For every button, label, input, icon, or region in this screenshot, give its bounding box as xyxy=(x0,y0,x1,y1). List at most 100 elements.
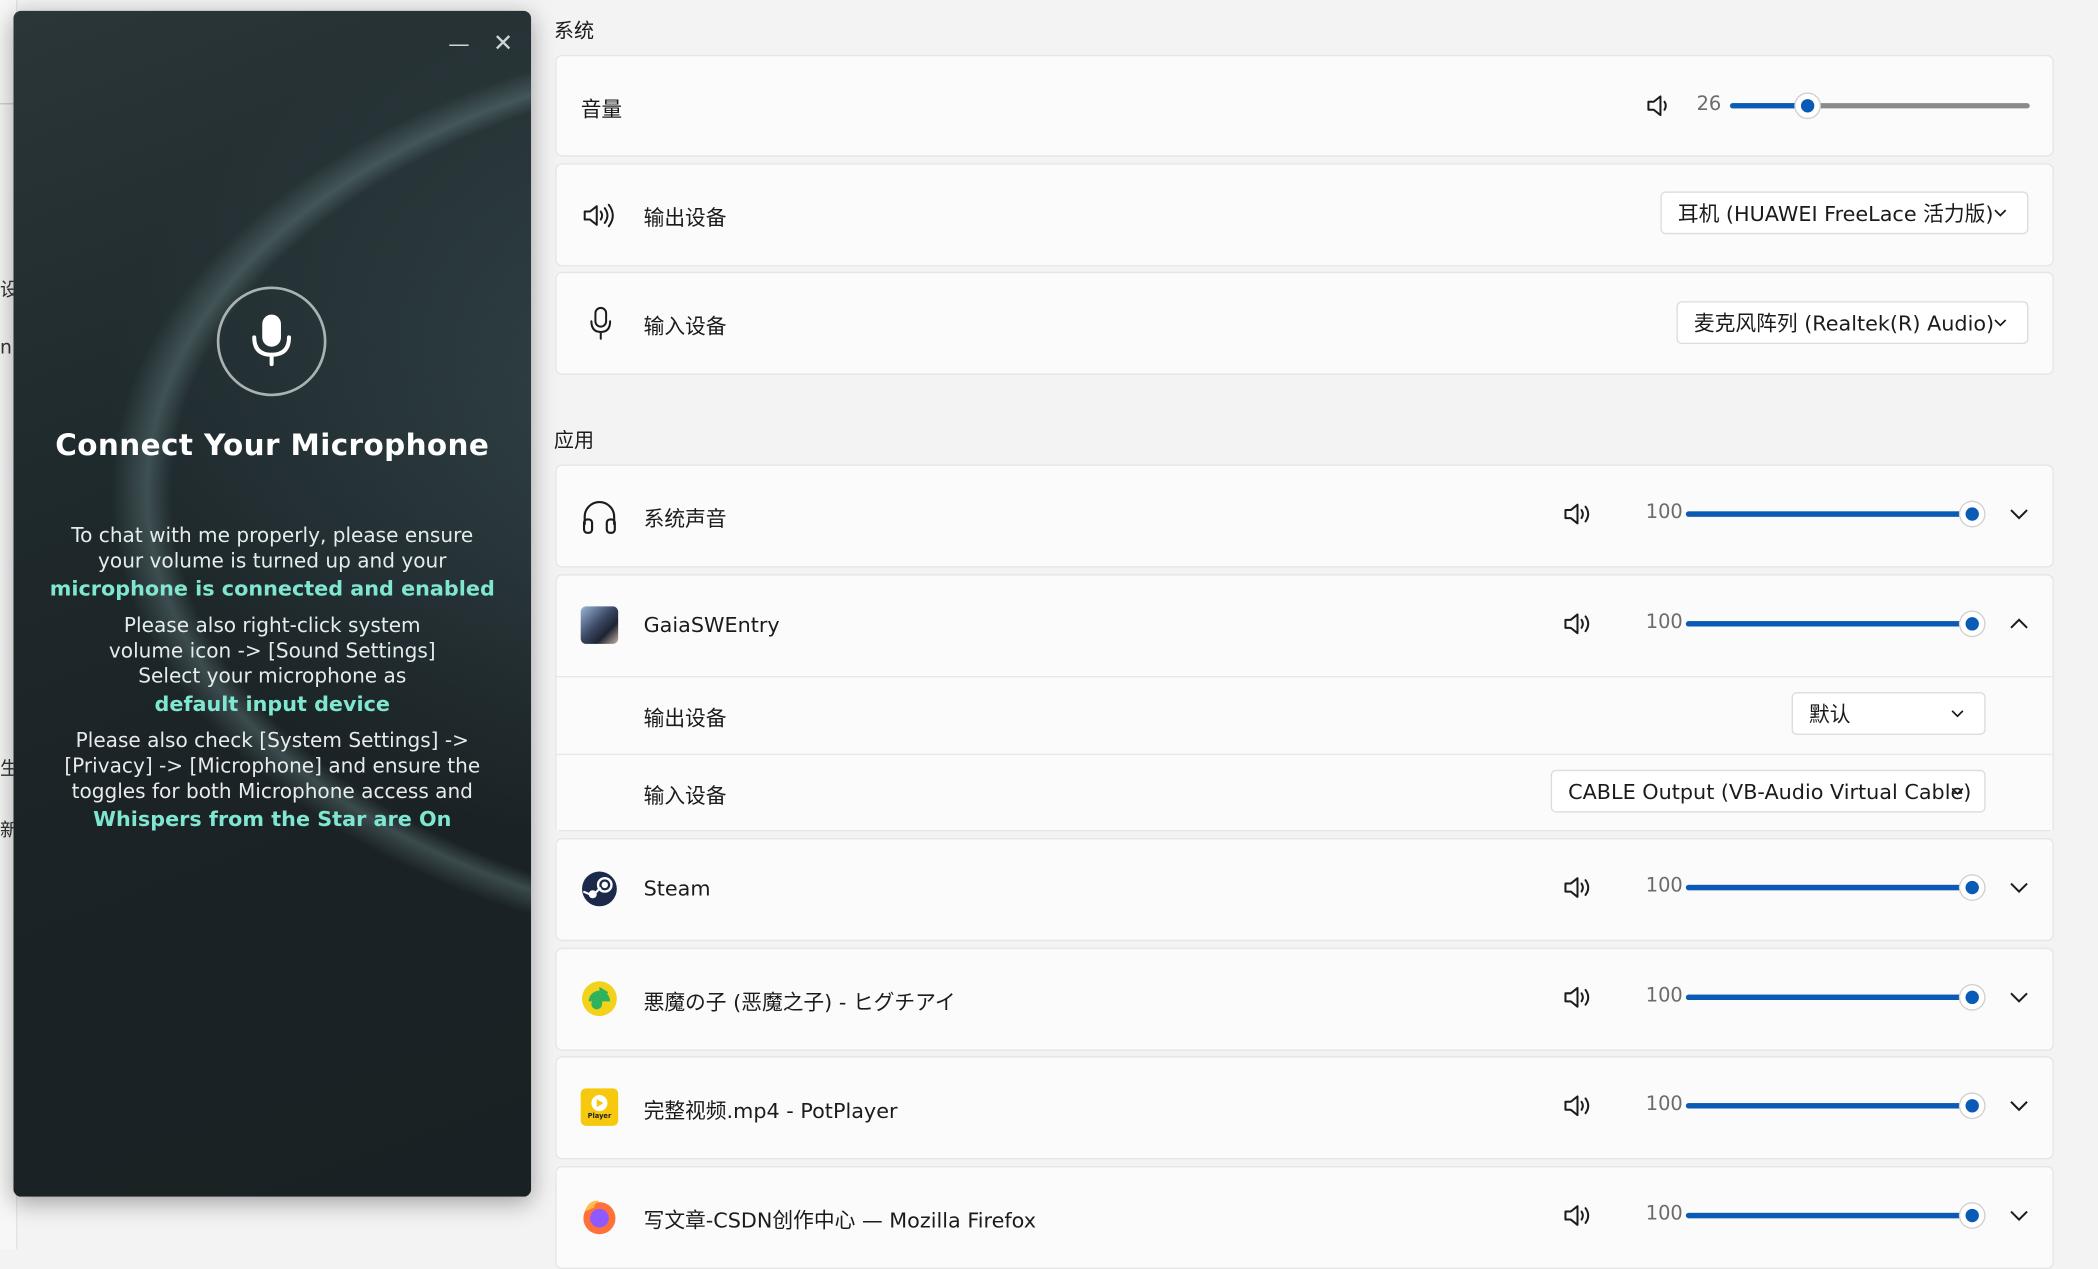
app-name: 系统声音 xyxy=(643,507,727,532)
firefox-icon xyxy=(583,1200,616,1235)
speaker-icon[interactable] xyxy=(1563,502,1592,526)
slider-thumb[interactable] xyxy=(1960,502,1985,527)
chevron-down-icon[interactable] xyxy=(2006,1202,2033,1229)
app-volume-slider[interactable] xyxy=(1685,610,1985,637)
app-name: Steam xyxy=(643,876,711,901)
instruction-text: Please also right-click system xyxy=(123,613,421,638)
master-volume-slider[interactable] xyxy=(1730,92,2030,119)
output-device-value: 耳机 (HUAWEI FreeLace 活力版) xyxy=(1677,202,1994,227)
app-output-dropdown[interactable]: 默认 xyxy=(1791,692,1986,735)
input-device-label: 输入设备 xyxy=(643,784,727,809)
chevron-down-icon[interactable] xyxy=(2006,984,2033,1011)
edge-text: n xyxy=(0,337,12,359)
slider-fill xyxy=(1685,621,1973,627)
microphone-icon xyxy=(590,306,612,340)
instruction-text: toggles for both Microphone access and xyxy=(71,779,473,804)
app-volume-slider[interactable] xyxy=(1685,1202,1985,1229)
output-device-label: 输出设备 xyxy=(643,206,727,231)
slider-fill xyxy=(1685,884,1973,891)
app-volume-slider[interactable] xyxy=(1685,501,1985,528)
app-name: 完整视频.mp4 - PotPlayer xyxy=(643,1099,898,1124)
app-volume-slider[interactable] xyxy=(1685,984,1985,1011)
chevron-down-icon xyxy=(1994,319,2007,327)
app-volume-slider[interactable] xyxy=(1685,874,1985,901)
volume-label: 音量 xyxy=(580,97,623,122)
app-output-value: 默认 xyxy=(1808,702,1851,727)
app-volume-value: 100 xyxy=(1645,985,1683,1007)
edge-text: 新 xyxy=(0,817,13,844)
slider-fill xyxy=(1685,1212,1973,1219)
input-device-value: 麦克风阵列 (Realtek(R) Audio) xyxy=(1693,311,1995,337)
speaker-icon[interactable] xyxy=(1646,94,1673,118)
output-device-label: 输出设备 xyxy=(643,706,727,731)
output-device-card: 输出设备 耳机 (HUAWEI FreeLace 活力版) xyxy=(555,163,2054,267)
chevron-down-icon[interactable] xyxy=(2006,501,2033,528)
gaia-input-row: 输入设备 CABLE Output (VB-Audio Virtual Cabl… xyxy=(555,753,2054,830)
speaker-icon[interactable] xyxy=(1563,1203,1592,1227)
app-name: GaiaSWEntry xyxy=(643,613,780,638)
app-volume-value: 100 xyxy=(1645,611,1683,634)
close-button[interactable]: ✕ xyxy=(488,29,517,58)
dialog-title: Connect Your Microphone xyxy=(55,429,490,464)
instruction-text: your volume is turned up and your xyxy=(98,548,447,573)
chevron-down-icon[interactable] xyxy=(2006,874,2033,901)
minimize-button[interactable]: — xyxy=(444,29,473,58)
app-volume-value: 100 xyxy=(1645,1203,1683,1225)
slider-fill xyxy=(1685,1103,1973,1109)
slider-fill xyxy=(1685,994,1973,1001)
slider-fill xyxy=(1685,511,1973,517)
highlight-text: microphone is connected and enabled xyxy=(49,576,495,602)
slider-thumb[interactable] xyxy=(1795,93,1820,118)
divider xyxy=(0,103,14,105)
instruction-text: Select your microphone as xyxy=(138,663,407,689)
microphone-icon xyxy=(216,286,327,397)
input-device-card: 输入设备 麦克风阵列 (Realtek(R) Audio) xyxy=(555,271,2054,375)
qq-music-icon xyxy=(582,981,617,1017)
slider-thumb[interactable] xyxy=(1960,611,1985,636)
volume-value: 26 xyxy=(1696,93,1722,116)
instruction-text: To chat with me properly, please ensure xyxy=(71,523,474,548)
potplayer-icon-label: Player xyxy=(587,1112,612,1121)
app-input-dropdown[interactable]: CABLE Output (VB-Audio Virtual Cable) xyxy=(1550,769,1986,813)
slider-thumb[interactable] xyxy=(1960,1203,1985,1228)
app-avatar-icon xyxy=(580,606,619,644)
speaker-icon xyxy=(583,203,614,228)
app-volume-value: 100 xyxy=(1645,502,1683,524)
speaker-icon[interactable] xyxy=(1563,985,1592,1009)
app-volume-slider[interactable] xyxy=(1685,1092,1985,1119)
speaker-icon[interactable] xyxy=(1563,1094,1592,1118)
app-volume-value: 100 xyxy=(1645,875,1683,897)
highlight-text: default input device xyxy=(154,692,391,717)
app-input-value: CABLE Output (VB-Audio Virtual Cable) xyxy=(1568,780,1972,805)
instruction-text: Please also check [System Settings] -> xyxy=(75,728,469,753)
instruction-text: volume icon -> [Sound Settings] xyxy=(108,638,436,663)
section-title-apps: 应用 xyxy=(553,428,595,453)
edge-text: 生 xyxy=(0,755,13,782)
steam-icon xyxy=(582,871,617,907)
chevron-down-icon xyxy=(1951,787,1964,796)
chevron-down-icon[interactable] xyxy=(2006,1092,2033,1119)
speaker-icon[interactable] xyxy=(1563,612,1592,636)
connect-microphone-dialog: — ✕ Connect Your Microphone To chat with… xyxy=(13,10,532,1197)
instruction-text: [Privacy] -> [Microphone] and ensure the xyxy=(64,753,481,778)
chevron-down-icon xyxy=(1994,209,2007,217)
slider-thumb[interactable] xyxy=(1960,985,1985,1010)
section-title-system: 系统 xyxy=(553,18,595,43)
potplayer-icon: Player xyxy=(580,1088,619,1126)
slider-thumb[interactable] xyxy=(1960,1093,1985,1118)
input-device-label: 输入设备 xyxy=(643,314,727,339)
app-name: 悪魔の子 (恶魔之子) - ヒグチアイ xyxy=(643,990,956,1015)
headphones-icon xyxy=(582,501,616,534)
input-device-dropdown[interactable]: 麦克风阵列 (Realtek(R) Audio) xyxy=(1676,301,2029,345)
edge-text: 设 xyxy=(0,276,13,303)
slider-thumb[interactable] xyxy=(1960,875,1985,900)
app-volume-value: 100 xyxy=(1645,1093,1683,1116)
master-volume-card: 音量 26 xyxy=(555,54,2054,157)
speaker-icon[interactable] xyxy=(1563,876,1592,900)
chevron-down-icon xyxy=(1951,710,1964,718)
highlight-text: Whispers from the Star are On xyxy=(93,807,452,832)
app-name: 写文章-CSDN创作中心 — Mozilla Firefox xyxy=(643,1208,1036,1233)
output-device-dropdown[interactable]: 耳机 (HUAWEI FreeLace 活力版) xyxy=(1660,191,2029,235)
chevron-up-icon[interactable] xyxy=(2006,610,2033,637)
gaia-output-row: 输出设备 默认 xyxy=(555,676,2054,754)
